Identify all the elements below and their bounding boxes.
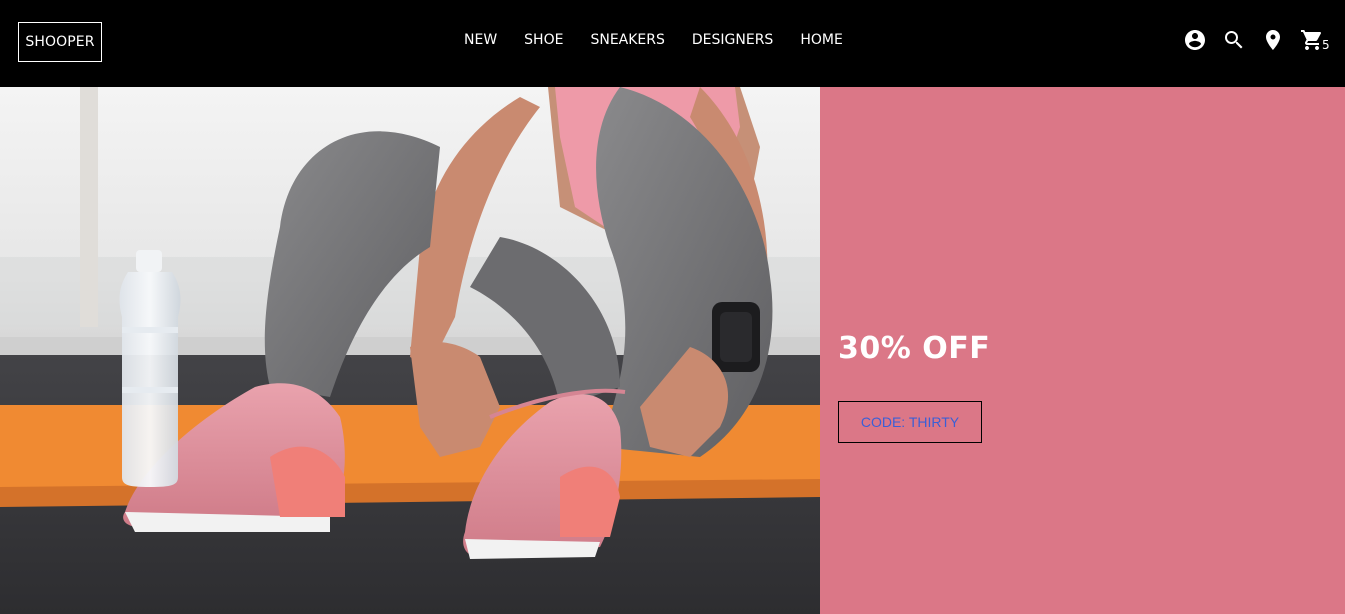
brand-logo[interactable]: SHOOPER — [18, 22, 102, 62]
nav-icons: 5 — [1183, 28, 1330, 52]
shopping-cart-icon[interactable]: 5 — [1300, 28, 1330, 52]
nav-link-sneakers[interactable]: SNEAKERS — [590, 30, 664, 50]
search-icon[interactable] — [1222, 28, 1246, 52]
nav-link-designers[interactable]: DESIGNERS — [692, 30, 773, 50]
nav-link-shoe[interactable]: SHOE — [524, 30, 563, 50]
navbar: SHOOPER NEW SHOE SNEAKERS DESIGNERS HOME… — [0, 0, 1345, 87]
location-pin-icon[interactable] — [1261, 28, 1285, 52]
account-circle-icon[interactable] — [1183, 28, 1207, 52]
cart-count-badge: 5 — [1322, 38, 1330, 52]
hero-photo-illustration — [0, 87, 820, 614]
hero-image — [0, 87, 820, 614]
main-nav: NEW SHOE SNEAKERS DESIGNERS HOME — [464, 30, 843, 50]
promo-panel: 30% OFF CODE: THIRTY — [820, 87, 1345, 614]
promo-code-button[interactable]: CODE: THIRTY — [838, 401, 982, 443]
promo-title: 30% OFF — [838, 331, 991, 366]
nav-link-home[interactable]: HOME — [800, 30, 842, 50]
nav-link-new[interactable]: NEW — [464, 30, 497, 50]
